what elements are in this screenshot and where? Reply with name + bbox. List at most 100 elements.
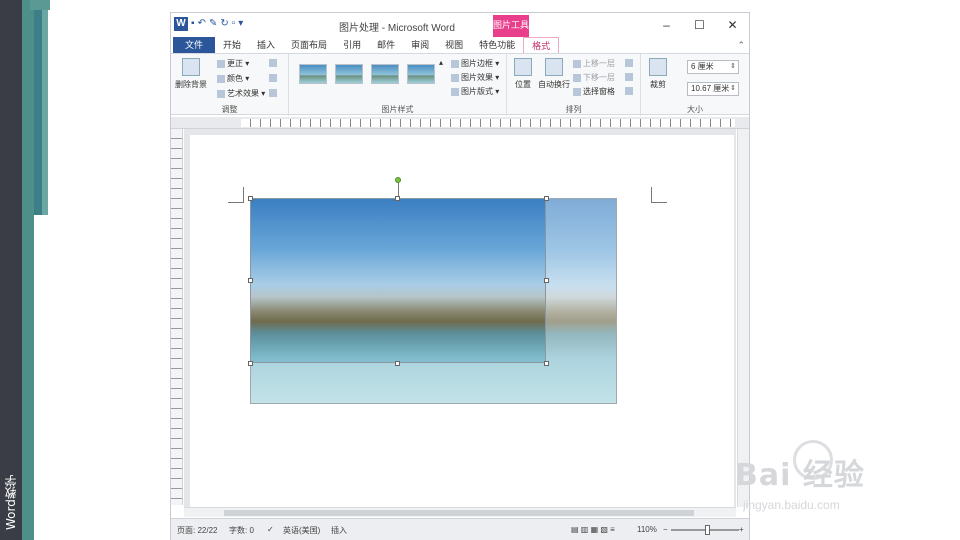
close-button[interactable]: ✕ (716, 13, 749, 37)
compress-pictures-icon[interactable] (269, 58, 279, 67)
language-indicator[interactable]: 英语(美国) (283, 525, 320, 536)
sun-icon (217, 59, 225, 68)
horizontal-scrollbar[interactable] (184, 507, 736, 517)
crop-selection-box[interactable] (250, 198, 546, 363)
zoom-out-icon[interactable]: − (663, 525, 668, 534)
crop-label: 裁剪 (650, 80, 666, 89)
redo-icon[interactable]: ↻ (220, 17, 228, 31)
restore-button[interactable]: ☐ (683, 13, 716, 37)
tab-format[interactable]: 格式 (523, 37, 560, 53)
teal-stripe-3 (42, 0, 48, 215)
selection-pane-label: 选择窗格 (583, 87, 615, 96)
picture-style-2[interactable] (335, 64, 363, 84)
corrections-button[interactable]: 更正 ▾ (217, 58, 249, 69)
height-input[interactable]: 6 厘米 ⇕ (687, 60, 739, 74)
picture-style-1[interactable] (299, 64, 327, 84)
undo-icon[interactable]: ↶ (198, 17, 206, 31)
palette-icon (217, 74, 225, 83)
resize-handle-bottom-right[interactable] (544, 361, 549, 366)
cropped-area-right (546, 198, 617, 404)
crop-button[interactable]: 裁剪 (645, 58, 671, 90)
picture-layout-button[interactable]: 图片版式 ▾ (451, 86, 499, 97)
tab-references[interactable]: 引用 (335, 37, 369, 53)
new-document-icon[interactable]: ▫ (232, 17, 236, 31)
picture-border-button[interactable]: 图片边框 ▾ (451, 58, 499, 69)
picture-layout-label: 图片版式 (461, 87, 493, 96)
resize-handle-left[interactable] (248, 278, 253, 283)
minimize-button[interactable]: – (650, 13, 683, 37)
style-gallery-scroll-icon[interactable]: ▴ (439, 58, 443, 67)
remove-background-label: 删除背景 (175, 80, 207, 89)
arrange-group-label: 排列 (565, 105, 582, 114)
ruler-ticks (241, 119, 735, 127)
document-page[interactable] (190, 135, 734, 507)
ribbon-tabs: 文件 开始 插入 页面布局 引用 邮件 审阅 视图 特色功能 格式 ⌃ (171, 37, 749, 53)
picture-style-3[interactable] (371, 64, 399, 84)
resize-handle-right[interactable] (544, 278, 549, 283)
zoom-level[interactable]: 110% (637, 525, 657, 534)
word-count[interactable]: 字数: 0 (229, 525, 254, 536)
save-icon[interactable]: ▪ (191, 17, 195, 31)
picture-effects-button[interactable]: 图片效果 ▾ (451, 72, 499, 83)
tab-file[interactable]: 文件 (173, 37, 216, 53)
resize-handle-top-left[interactable] (248, 196, 253, 201)
tab-page-layout[interactable]: 页面布局 (283, 37, 335, 53)
customize-toolbar-icon[interactable]: ▾ (238, 17, 243, 31)
selection-pane-button[interactable]: 选择窗格 (573, 86, 615, 97)
resize-handle-top[interactable] (395, 196, 400, 201)
collapse-ribbon-icon[interactable]: ⌃ (737, 40, 749, 51)
window-controls: – ☐ ✕ (650, 13, 749, 37)
tab-special-features[interactable]: 特色功能 (471, 37, 523, 53)
picture-styles-group: ▴ 图片边框 ▾ 图片效果 ▾ 图片版式 ▾ 图片样式 (289, 54, 507, 116)
view-buttons[interactable]: ▤ ▥ ▦ ▧ ≡ (571, 525, 615, 534)
zoom-slider-knob[interactable] (705, 525, 710, 535)
resize-handle-top-right[interactable] (544, 196, 549, 201)
tab-mailings[interactable]: 邮件 (369, 37, 403, 53)
page-count[interactable]: 页面: 22/22 (177, 525, 217, 536)
picture-style-4[interactable] (407, 64, 435, 84)
picture-border-label: 图片边框 (461, 59, 493, 68)
group-icon[interactable] (625, 72, 635, 81)
zoom-in-icon[interactable]: + (739, 525, 744, 534)
proofing-icon[interactable]: ✓ (267, 525, 274, 534)
color-button[interactable]: 颜色 ▾ (217, 73, 249, 84)
wrap-text-label: 自动换行 (538, 80, 570, 89)
height-spinner-icon[interactable]: ⇕ (730, 61, 736, 73)
word-window: W ▪ ↶ ✎ ↻ ▫ ▾ 图片处理 - Microsoft Word 图片工具… (170, 12, 750, 540)
arrange-group: 位置 自动换行 上移一层 下移一层 选择窗格 排列 (507, 54, 641, 116)
horizontal-scroll-thumb[interactable] (224, 510, 694, 516)
tab-review[interactable]: 审阅 (403, 37, 437, 53)
bring-forward-button[interactable]: 上移一层 (573, 58, 615, 69)
position-label: 位置 (515, 80, 531, 89)
tab-view[interactable]: 视图 (437, 37, 471, 53)
status-bar: 页面: 22/22 字数: 0 ✓ 英语(美国) 插入 ▤ ▥ ▦ ▧ ≡ 11… (171, 518, 749, 540)
resize-handle-bottom[interactable] (395, 361, 400, 366)
width-value: 10.67 厘米 (691, 84, 730, 93)
artistic-effects-button[interactable]: 艺术效果 ▾ (217, 88, 265, 99)
width-spinner-icon[interactable]: ⇕ (730, 83, 736, 95)
height-value: 6 厘米 (691, 62, 714, 71)
size-group-label: 大小 (687, 105, 703, 114)
send-backward-button[interactable]: 下移一层 (573, 72, 615, 83)
reset-picture-icon[interactable] (269, 88, 279, 97)
tab-insert[interactable]: 插入 (249, 37, 283, 53)
resize-handle-bottom-left[interactable] (248, 361, 253, 366)
rotate-icon[interactable] (625, 86, 635, 95)
document-area (184, 129, 736, 507)
format-painter-icon[interactable]: ✎ (209, 17, 217, 31)
watermark-url: jingyan.baidu.com (743, 498, 840, 512)
rotate-handle[interactable] (395, 177, 401, 183)
picture-effects-label: 图片效果 (461, 73, 493, 82)
change-picture-icon[interactable] (269, 73, 279, 82)
teal-stripe-top (30, 0, 50, 10)
crop-icon (649, 58, 667, 76)
width-input[interactable]: 10.67 厘米 ⇕ (687, 82, 739, 96)
wrap-text-button[interactable]: 自动换行 (537, 58, 571, 90)
insert-mode[interactable]: 插入 (331, 525, 347, 536)
position-button[interactable]: 位置 (509, 58, 537, 90)
word-logo-icon[interactable]: W (174, 17, 188, 31)
align-icon[interactable] (625, 58, 635, 67)
remove-background-button[interactable]: 删除背景 (173, 58, 209, 90)
tab-home[interactable]: 开始 (215, 37, 249, 53)
picture-styles-group-label: 图片样式 (381, 105, 414, 114)
